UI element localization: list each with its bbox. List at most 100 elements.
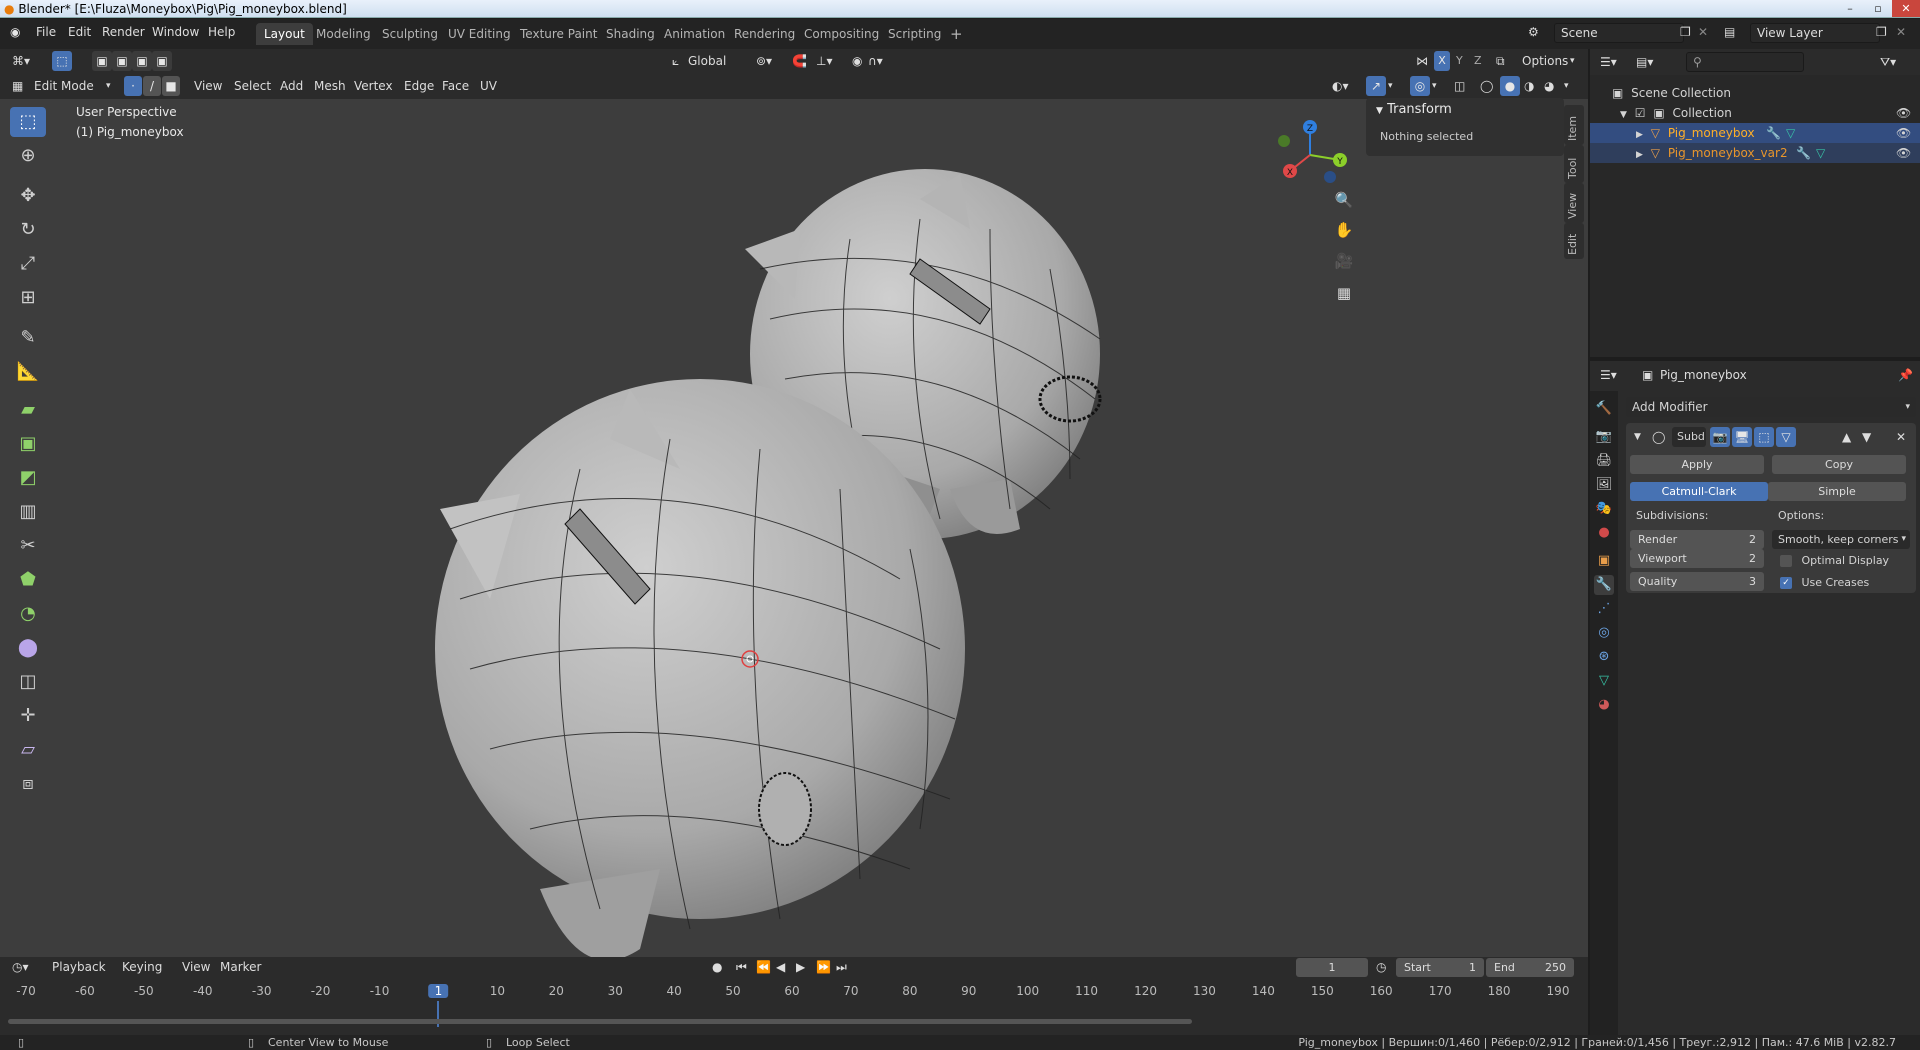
- xray-icon[interactable]: ◫: [1454, 76, 1465, 96]
- select-mode-new-icon[interactable]: ▣: [92, 51, 112, 71]
- preview-range-icon[interactable]: ◷: [1376, 957, 1386, 977]
- remove-modifier-icon[interactable]: ✕: [1896, 427, 1906, 447]
- modifier-collapse-icon[interactable]: ▼: [1634, 427, 1641, 447]
- copy-view-layer-icon[interactable]: ❐: [1876, 25, 1887, 39]
- solid-shading-icon[interactable]: ●: [1500, 76, 1520, 96]
- render-tab-icon[interactable]: 📷: [1594, 427, 1614, 447]
- menu-edit[interactable]: Edit: [68, 25, 91, 39]
- tab-animation[interactable]: Animation: [656, 23, 733, 45]
- overlay-toggle-icon[interactable]: ◎: [1410, 76, 1430, 96]
- axis-x-toggle[interactable]: X: [1434, 51, 1450, 71]
- hand-icon[interactable]: ✋: [1330, 216, 1358, 244]
- end-frame-field[interactable]: End 250: [1486, 958, 1574, 977]
- menu-help[interactable]: Help: [208, 25, 235, 39]
- navigation-gizmo[interactable]: Z Y X: [1270, 115, 1350, 195]
- tab-texture-paint[interactable]: Texture Paint: [512, 23, 605, 45]
- pig-moneybox-mesh[interactable]: [380, 109, 1140, 969]
- options-dropdown[interactable]: Options: [1522, 51, 1568, 71]
- tab-layout[interactable]: Layout: [256, 23, 313, 45]
- menu-file[interactable]: File: [36, 25, 56, 39]
- outliner-editor-icon[interactable]: ☰▾: [1600, 52, 1617, 72]
- menu-render[interactable]: Render: [102, 25, 145, 39]
- record-icon[interactable]: ●: [712, 957, 722, 977]
- remove-scene-icon[interactable]: ✕: [1698, 25, 1708, 39]
- gizmo-dropdown-icon[interactable]: ▾: [1388, 76, 1393, 96]
- proportional-falloff-icon[interactable]: ∩▾: [868, 51, 883, 71]
- outliner-collection[interactable]: ▼ ☑ ▣ Collection 👁: [1590, 103, 1920, 123]
- particles-tab-icon[interactable]: ⋰: [1594, 599, 1614, 619]
- edge-slide-icon[interactable]: ◫: [10, 667, 46, 697]
- rendered-shading-icon[interactable]: ◕: [1544, 76, 1554, 96]
- menu-uv[interactable]: UV: [480, 76, 497, 96]
- select-box-icon[interactable]: ⬚: [52, 51, 72, 71]
- smooth-icon[interactable]: ⬤: [10, 633, 46, 663]
- tab-modeling[interactable]: Modeling: [308, 23, 379, 45]
- 3d-viewport[interactable]: ⌘▾ ⬚ ▣ ▣ ▣ ▣ ⟀ Global ⊚▾ 🧲 ⊥▾ ◉ ∩▾ ⋈ X Y…: [0, 49, 1588, 961]
- cage-toggle-icon[interactable]: ⬚: [1754, 427, 1774, 447]
- menu-edge[interactable]: Edge: [404, 76, 434, 96]
- physics-tab-icon[interactable]: ◎: [1594, 623, 1614, 643]
- face-select-icon[interactable]: ■: [162, 76, 180, 96]
- visibility-icon[interactable]: ◐▾: [1332, 76, 1349, 96]
- eye-icon[interactable]: 👁: [1896, 143, 1911, 163]
- proportional-edit-icon[interactable]: ◉: [852, 51, 862, 71]
- timeline-scrollbar[interactable]: [8, 1019, 1192, 1024]
- eye-icon[interactable]: 👁: [1896, 123, 1911, 143]
- menu-window[interactable]: Window: [152, 25, 199, 39]
- on-cage-toggle-icon[interactable]: ▽: [1776, 427, 1796, 447]
- menu-select[interactable]: Select: [234, 76, 271, 96]
- tab-compositing[interactable]: Compositing: [796, 23, 887, 45]
- outliner-object-pig-moneybox-var2[interactable]: ▶ ▽ Pig_moneybox_var2 🔧 ▽ 👁: [1590, 143, 1920, 163]
- move-up-icon[interactable]: ▲: [1842, 427, 1851, 447]
- close-button[interactable]: ✕: [1892, 0, 1920, 17]
- scale-icon[interactable]: ⤢: [10, 249, 46, 279]
- eye-icon[interactable]: 👁: [1896, 103, 1911, 123]
- menu-keying[interactable]: Keying: [122, 957, 162, 977]
- tab-sculpting[interactable]: Sculpting: [374, 23, 446, 45]
- wireframe-shading-icon[interactable]: ◯: [1480, 76, 1493, 96]
- view-layer-tab-icon[interactable]: 🖼: [1594, 475, 1614, 495]
- edge-select-icon[interactable]: /: [143, 76, 161, 96]
- edit-mode-toggle-icon[interactable]: 📷: [1710, 427, 1730, 447]
- shrink-fatten-icon[interactable]: ✛: [10, 701, 46, 731]
- mode-dropdown[interactable]: Edit Mode: [34, 76, 94, 96]
- annotate-icon[interactable]: ✎: [10, 323, 46, 353]
- copy-button[interactable]: Copy: [1772, 455, 1906, 474]
- blender-menu-icon[interactable]: ◉: [10, 25, 20, 39]
- menu-timeline-view[interactable]: View: [182, 957, 210, 977]
- modifier-name-field[interactable]: Subd: [1672, 427, 1706, 447]
- cursor-icon[interactable]: ⊕: [10, 141, 46, 171]
- add-modifier-dropdown[interactable]: Add Modifier ▾: [1626, 397, 1916, 417]
- data-tab-icon[interactable]: ▽: [1594, 671, 1614, 691]
- apply-button[interactable]: Apply: [1630, 455, 1764, 474]
- pin-icon[interactable]: 📌: [1898, 365, 1913, 385]
- modifier-tab-icon[interactable]: 🔧: [1594, 575, 1614, 595]
- render-levels-field[interactable]: Render 2: [1630, 530, 1764, 549]
- select-mode-extend-icon[interactable]: ▣: [112, 51, 132, 71]
- material-tab-icon[interactable]: ◕: [1594, 695, 1614, 715]
- tab-shading[interactable]: Shading: [598, 23, 663, 45]
- remove-view-layer-icon[interactable]: ✕: [1896, 25, 1906, 39]
- tab-edit[interactable]: Edit: [1564, 223, 1584, 259]
- scene-tab-icon[interactable]: 🎭: [1594, 499, 1614, 519]
- menu-playback[interactable]: Playback: [52, 957, 106, 977]
- select-box-tool[interactable]: ⬚: [10, 107, 46, 137]
- tool-tab-icon[interactable]: 🔨: [1594, 399, 1614, 419]
- tab-uv-editing[interactable]: UV Editing: [440, 23, 519, 45]
- tab-scripting[interactable]: Scripting: [880, 23, 949, 45]
- extrude-icon[interactable]: ▰: [10, 395, 46, 425]
- select-mode-subtract-icon[interactable]: ▣: [132, 51, 152, 71]
- transform-icon[interactable]: ⊞: [10, 283, 46, 313]
- menu-face[interactable]: Face: [442, 76, 469, 96]
- simple-option[interactable]: Simple: [1768, 482, 1906, 501]
- move-icon[interactable]: ✥: [10, 181, 46, 211]
- current-frame-field[interactable]: 1: [1296, 958, 1368, 977]
- jump-start-icon[interactable]: ⏮: [736, 957, 747, 977]
- bevel-icon[interactable]: ◩: [10, 463, 46, 493]
- filter-icon[interactable]: ⛛▾: [1880, 52, 1896, 72]
- menu-mesh[interactable]: Mesh: [314, 76, 346, 96]
- gizmo-toggle-icon[interactable]: ↗: [1366, 76, 1386, 96]
- snap-icon[interactable]: 🧲: [792, 51, 807, 71]
- pivot-icon[interactable]: ⊚▾: [756, 51, 772, 71]
- output-tab-icon[interactable]: 🖨: [1594, 451, 1614, 471]
